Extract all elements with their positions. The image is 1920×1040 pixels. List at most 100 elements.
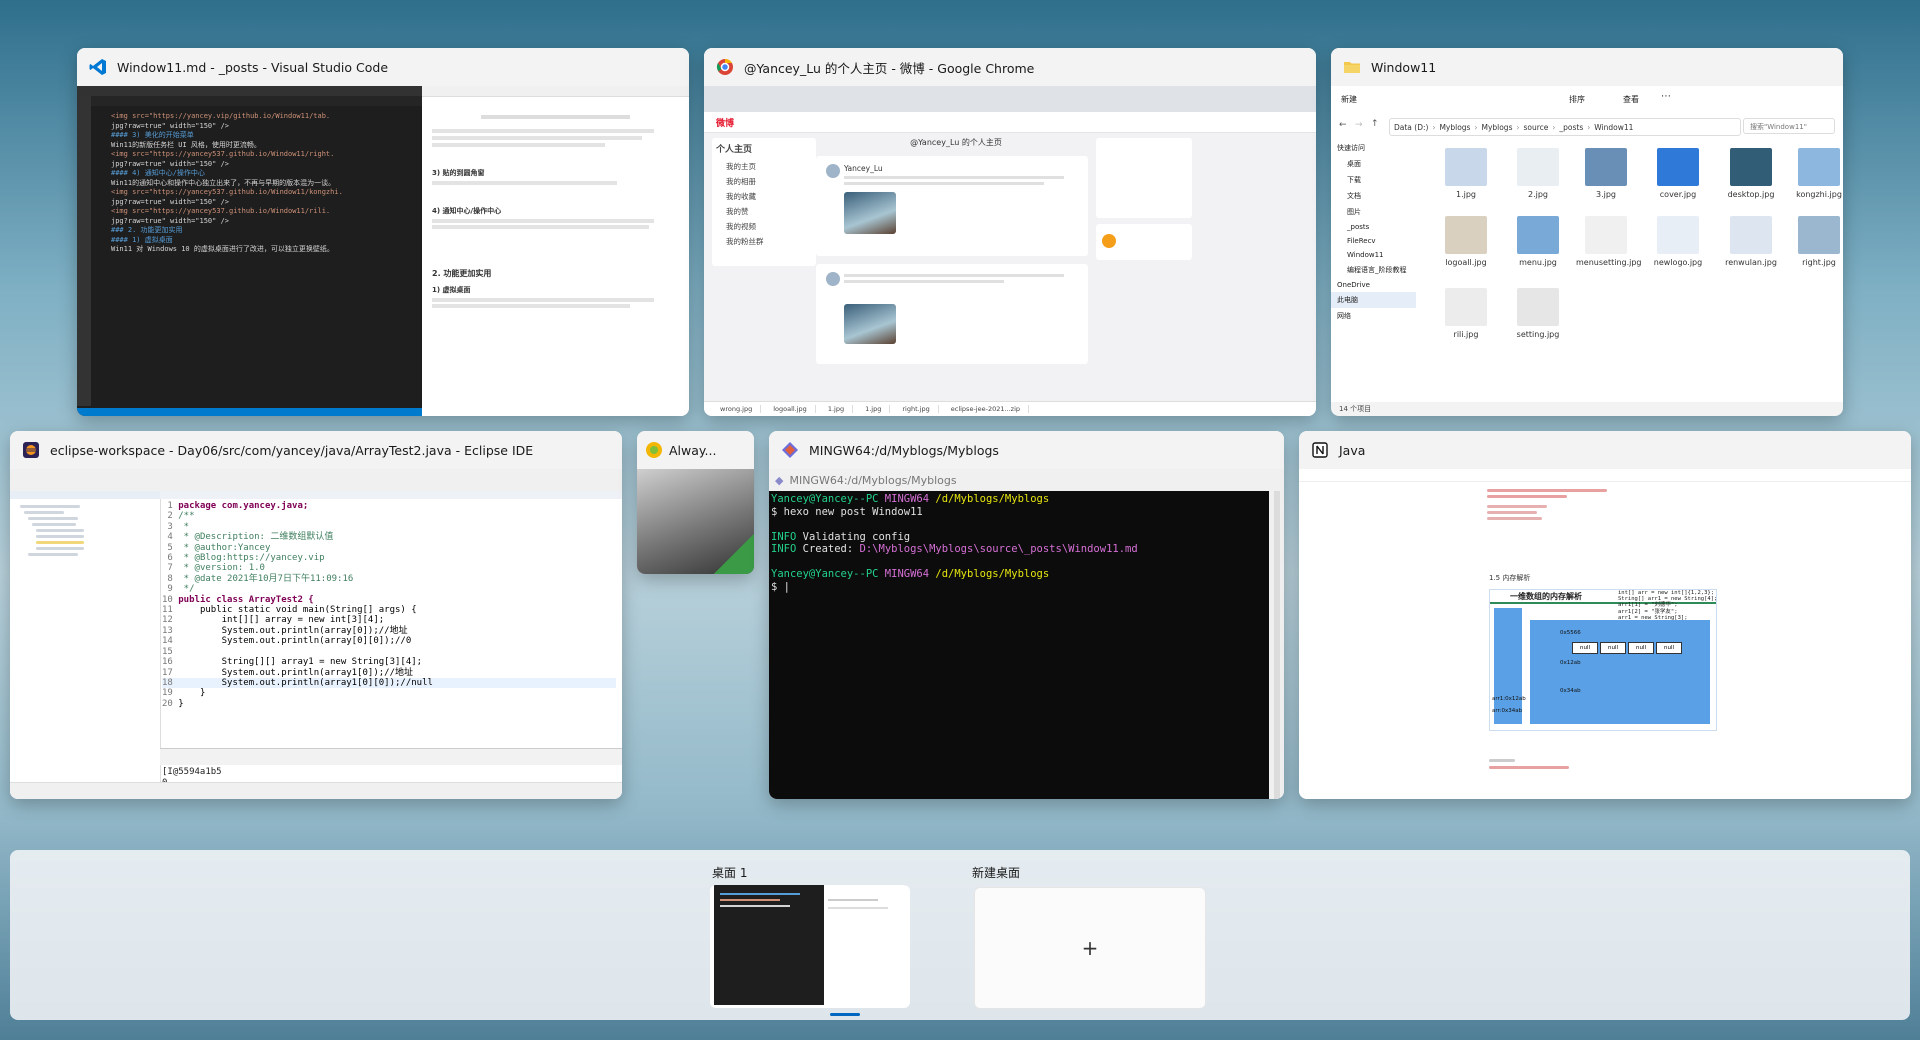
breadcrumb-item[interactable]: Data (D:) xyxy=(1394,123,1428,132)
back-icon[interactable]: ← xyxy=(1339,120,1347,130)
always-titlebar[interactable]: Alway... xyxy=(637,431,754,469)
weibo-profile-name: @Yancey_Lu 的个人主页 xyxy=(910,138,1002,147)
file-thumbnail[interactable]: logoall.jpg xyxy=(1436,216,1496,267)
weibo-post-2[interactable] xyxy=(816,264,1088,364)
download-item[interactable]: 1.jpg xyxy=(820,405,854,413)
file-thumbnail[interactable]: 3.jpg xyxy=(1576,148,1636,199)
nav-item[interactable]: 此电脑 xyxy=(1331,292,1416,308)
breadcrumb-item[interactable]: _posts xyxy=(1559,123,1583,132)
nav-item[interactable]: 快速访问 xyxy=(1331,140,1416,156)
weibo-post-1[interactable]: Yancey_Lu xyxy=(816,156,1088,256)
line-number: 16 xyxy=(162,657,179,668)
weibo-sidebar-item[interactable]: 我的主页 xyxy=(716,159,812,174)
vscode-editor[interactable]: 70<img src="https://yancey.vip/github.io… xyxy=(77,86,422,416)
notion-icon xyxy=(1311,441,1329,459)
explorer-navpane: 快速访问 桌面 下载 文档 图片 _posts FileRecv Window11 编程语言_阶… xyxy=(1331,140,1416,402)
forward-icon[interactable]: → xyxy=(1355,120,1363,130)
java-content: 1.5 内存解析 一维数组的内存解析 int[] arr = new int[]… xyxy=(1299,469,1911,799)
file-thumbnail[interactable]: 1.jpg xyxy=(1436,148,1496,199)
info-text: Validating config xyxy=(802,530,911,543)
download-item[interactable]: right.jpg xyxy=(894,405,939,413)
breadcrumb-item[interactable]: Window11 xyxy=(1594,123,1633,132)
nav-item[interactable]: Window11 xyxy=(1331,248,1416,262)
file-thumbnail[interactable]: kongzhi.jpg xyxy=(1789,148,1843,199)
heap-cell: null xyxy=(1572,642,1598,654)
terminal-window[interactable]: MINGW64:/d/Myblogs/Myblogs ◆ MINGW64:/d/… xyxy=(769,431,1284,799)
file-thumbnail[interactable]: renwulan.jpg xyxy=(1721,216,1781,267)
line-number: 9 xyxy=(162,584,179,595)
weibo-sidebar-item[interactable]: 我的赞 xyxy=(716,204,812,219)
file-thumbnail[interactable]: right.jpg xyxy=(1789,216,1843,267)
view-button[interactable]: 查看 xyxy=(1623,94,1639,105)
vscode-window[interactable]: Window11.md - _posts - Visual Studio Cod… xyxy=(77,48,689,416)
nav-item[interactable]: 桌面 xyxy=(1331,156,1416,172)
code-text: * @date 2021年10月7日下午11:09:16 xyxy=(178,573,354,584)
code-line: 8 * @date 2021年10月7日下午11:09:16 xyxy=(162,574,616,584)
nav-item[interactable]: 下载 xyxy=(1331,172,1416,188)
code-text: } xyxy=(178,688,206,699)
chrome-titlebar[interactable]: @Yancey_Lu 的个人主页 - 微博 - Google Chrome xyxy=(704,48,1316,86)
weibo-sidebar-item[interactable]: 我的收藏 xyxy=(716,189,812,204)
new-desktop-button[interactable]: + xyxy=(974,887,1206,1009)
chrome-tabstrip[interactable] xyxy=(704,86,1316,112)
more-icon[interactable]: ⋯ xyxy=(1661,91,1671,102)
eclipse-editor[interactable]: 1 package com.yancey.java; 2 /** 3 * 4 *… xyxy=(162,501,616,709)
terminal-output[interactable]: Yancey@Yancey--PC MINGW64 /d/Myblogs/Myb… xyxy=(769,491,1269,799)
code-text: #### 1) 虚拟桌面 xyxy=(111,235,173,244)
explorer-file-grid: 1.jpg 2.jpg 3.jpg cover.jpg desktop.jpg kongz… xyxy=(1416,140,1843,402)
chrome-download-bar[interactable]: wrong.jpg logoall.jpg 1.jpg 1.jpg right.jpg e… xyxy=(704,401,1316,416)
nav-item[interactable]: 编程语言_阶段教程 xyxy=(1331,262,1416,278)
file-thumbnail[interactable]: 2.jpg xyxy=(1508,148,1568,199)
nav-item[interactable]: _posts xyxy=(1331,220,1416,234)
code-text: ### 2. 功能更加实用 xyxy=(111,226,183,234)
sort-button[interactable]: 排序 xyxy=(1569,94,1585,105)
address-breadcrumb[interactable]: Data (D:) › Myblogs › Myblogs › source › _posts ›… xyxy=(1389,118,1741,136)
line-number: 20 xyxy=(162,698,179,709)
download-item[interactable]: logoall.jpg xyxy=(765,405,816,413)
chrome-window[interactable]: @Yancey_Lu 的个人主页 - 微博 - Google Chrome 微博… xyxy=(704,48,1316,416)
nav-item[interactable]: 网络 xyxy=(1331,308,1416,324)
weibo-sidebar-item[interactable]: 我的粉丝群 xyxy=(716,234,812,249)
code-text: int[][] array = new int[3][4]; xyxy=(178,615,385,626)
new-button[interactable]: 新建 xyxy=(1341,94,1357,105)
java-titlebar[interactable]: Java xyxy=(1299,431,1911,469)
weibo-sidebar-item[interactable]: 我的视频 xyxy=(716,219,812,234)
eclipse-window[interactable]: eclipse-workspace - Day06/src/com/yancey… xyxy=(10,431,622,799)
file-thumbnail[interactable]: desktop.jpg xyxy=(1721,148,1781,199)
terminal-titlebar[interactable]: MINGW64:/d/Myblogs/Myblogs xyxy=(769,431,1284,469)
explorer-titlebar[interactable]: Window11 xyxy=(1331,48,1843,86)
file-thumbnail[interactable]: rili.jpg xyxy=(1436,288,1496,339)
package-explorer[interactable] xyxy=(10,491,161,783)
file-thumbnail[interactable]: setting.jpg xyxy=(1508,288,1568,339)
terminal-cursor: $ | xyxy=(771,580,790,593)
weibo-calendar xyxy=(1096,138,1192,218)
vscode-titlebar[interactable]: Window11.md - _posts - Visual Studio Cod… xyxy=(77,48,689,86)
weibo-sidebar-item[interactable]: 我的相册 xyxy=(716,174,812,189)
download-item[interactable]: wrong.jpg xyxy=(712,405,762,413)
eclipse-titlebar[interactable]: eclipse-workspace - Day06/src/com/yancey… xyxy=(10,431,622,469)
breadcrumb-item[interactable]: source xyxy=(1523,123,1548,132)
line-number: 3 xyxy=(162,521,179,532)
java-window[interactable]: Java 1.5 内存解析 一维数组的内存解析 int[] arr = new … xyxy=(1299,431,1911,799)
explorer-window[interactable]: Window11 新建 排序 查看 ⋯ ← → ↑ Data (D:) › Mybl… xyxy=(1331,48,1843,416)
file-thumbnail[interactable]: menu.jpg xyxy=(1508,216,1568,267)
explorer-title: Window11 xyxy=(1371,59,1437,75)
nav-item[interactable]: 图片 xyxy=(1331,204,1416,220)
always-window[interactable]: Alway... xyxy=(637,431,754,574)
file-thumbnail[interactable]: cover.jpg xyxy=(1648,148,1708,199)
nav-item[interactable]: 文档 xyxy=(1331,188,1416,204)
terminal-scrollbar[interactable] xyxy=(1274,491,1280,799)
breadcrumb-item[interactable]: Myblogs xyxy=(1481,123,1512,132)
nav-item[interactable]: OneDrive xyxy=(1331,278,1416,292)
file-thumbnail[interactable]: newlogo.jpg xyxy=(1648,216,1708,267)
desktop-1-thumbnail[interactable] xyxy=(710,885,910,1008)
download-item[interactable]: 1.jpg xyxy=(857,405,891,413)
file-thumbnail[interactable]: menusetting.jpg xyxy=(1576,216,1642,267)
search-input[interactable]: 搜索"Window11" xyxy=(1743,118,1835,134)
created-path: D:\Myblogs\Myblogs\source\_posts\Window1… xyxy=(859,543,1138,555)
download-item[interactable]: eclipse-jee-2021...zip xyxy=(943,405,1030,413)
up-icon[interactable]: ↑ xyxy=(1371,119,1379,129)
breadcrumb-item[interactable]: Myblogs xyxy=(1439,123,1470,132)
nav-item[interactable]: FileRecv xyxy=(1331,234,1416,248)
code-text: public class ArrayTest2 { xyxy=(178,594,314,605)
